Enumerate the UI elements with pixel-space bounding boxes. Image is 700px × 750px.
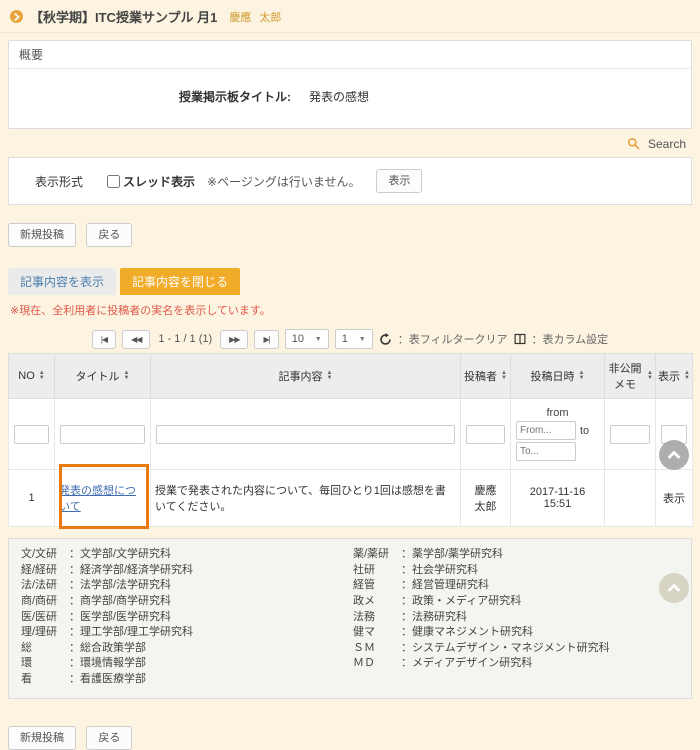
filter-content-input[interactable] <box>156 425 455 444</box>
table-row: 1 発表の感想について 授業で発表された内容について、毎回ひとり1回は感想を書い… <box>9 470 693 527</box>
board-title-label: 授業掲示板タイトル: <box>19 88 291 105</box>
new-post-button-bottom[interactable]: 新規投稿 <box>8 726 76 750</box>
prev-page-button[interactable]: ◀◀ <box>122 330 150 349</box>
legend-item: 経/経研：経済学部/経済学研究科 <box>21 563 353 579</box>
overview-header: 概要 <box>9 41 691 69</box>
legend-item: 文/文研：文学部/文学研究科 <box>21 547 353 563</box>
display-format-label: 表示形式 <box>19 173 107 190</box>
link-givenname[interactable]: 太郎 <box>259 12 281 24</box>
filter-to-input[interactable] <box>516 442 576 461</box>
row-memo <box>605 470 656 527</box>
last-page-button[interactable]: ▶| <box>254 330 278 349</box>
legend-item: 環：環境情報学部 <box>21 656 353 672</box>
sort-icon: ▲▼ <box>579 371 585 381</box>
legend-item: 社研：社会学研究科 <box>353 563 610 579</box>
sort-icon: ▲▼ <box>327 371 333 381</box>
filter-clear-label: ：表フィルタークリア <box>398 331 508 347</box>
table-filter-row: from to <box>9 399 693 470</box>
legend-item: 法務：法務研究科 <box>353 610 610 626</box>
col-header-content[interactable]: 記事内容▲▼ <box>151 354 461 399</box>
table-header-row: NO▲▼ タイトル▲▼ 記事内容▲▼ 投稿者▲▼ 投稿日時▲▼ 非公開メモ▲▼ … <box>9 354 693 399</box>
row-datetime: 2017-11-16 15:51 <box>511 470 605 527</box>
legend-item: ＳＭ：システムデザイン・マネジメント研究科 <box>353 641 610 657</box>
filter-from-input[interactable] <box>516 421 576 440</box>
page-number-select[interactable]: 1▼ <box>335 329 373 349</box>
col-header-view[interactable]: 表示▲▼ <box>656 354 693 399</box>
row-no: 1 <box>9 470 55 527</box>
scroll-top-button[interactable] <box>659 440 689 470</box>
col-header-memo[interactable]: 非公開メモ▲▼ <box>605 354 656 399</box>
back-button-bottom[interactable]: 戻る <box>86 726 132 750</box>
sort-icon: ▲▼ <box>39 371 45 381</box>
display-button[interactable]: 表示 <box>376 169 422 193</box>
chevron-up-icon <box>666 580 682 596</box>
row-author: 慶應 太郎 <box>461 470 511 527</box>
column-config-icon[interactable] <box>514 333 526 345</box>
display-format-panel: 表示形式 スレッド表示 ※ページングは行いません。 表示 <box>8 157 692 205</box>
link-surname[interactable]: 慶應 <box>229 12 251 24</box>
page-size-select[interactable]: 10▼ <box>285 329 329 349</box>
col-header-author[interactable]: 投稿者▲▼ <box>461 354 511 399</box>
scroll-top-button-bottom[interactable] <box>659 573 689 603</box>
page-title: 【秋学期】ITC授業サンプル 月1 <box>30 7 217 26</box>
sort-icon: ▲▼ <box>647 371 653 381</box>
pagination-bar: |◀ ◀◀ 1 - 1 / 1 (1) ▶▶ ▶| 10▼ 1▼ ：表フィルター… <box>0 329 700 349</box>
legend-item: 経管：経営管理研究科 <box>353 578 610 594</box>
new-post-button[interactable]: 新規投稿 <box>8 223 76 247</box>
search-icon <box>627 137 640 150</box>
row-content: 授業で発表された内容について、毎回ひとり1回は感想を書いてください。 <box>151 470 461 527</box>
sort-icon: ▲▼ <box>501 371 507 381</box>
tab-close-content[interactable]: 記事内容を閉じる <box>120 268 240 295</box>
col-header-datetime[interactable]: 投稿日時▲▼ <box>511 354 605 399</box>
legend-item: 薬/薬研：薬学部/薬学研究科 <box>353 547 610 563</box>
filter-to-label: to <box>580 425 589 437</box>
filter-no-input[interactable] <box>14 425 49 444</box>
overview-panel: 概要 授業掲示板タイトル: 発表の感想 <box>8 40 692 129</box>
search-link[interactable]: Search <box>627 137 686 151</box>
legend-item: 法/法研：法学部/法学研究科 <box>21 578 353 594</box>
department-legend: 文/文研：文学部/文学研究科経/経研：経済学部/経済学研究科法/法研：法学部/法… <box>8 538 692 698</box>
tab-show-content[interactable]: 記事内容を表示 <box>8 268 116 295</box>
bullet-icon <box>10 10 23 23</box>
legend-item: 総：総合政策学部 <box>21 641 353 657</box>
search-label: Search <box>648 137 686 151</box>
legend-item: 健マ：健康マネジメント研究科 <box>353 625 610 641</box>
legend-item: 政メ：政策・メディア研究科 <box>353 594 610 610</box>
filter-from-label: from <box>516 407 599 419</box>
sort-icon: ▲▼ <box>684 371 690 381</box>
posts-table: NO▲▼ タイトル▲▼ 記事内容▲▼ 投稿者▲▼ 投稿日時▲▼ 非公開メモ▲▼ … <box>8 353 693 527</box>
sort-icon: ▲▼ <box>124 371 130 381</box>
row-view-link[interactable]: 表示 <box>656 470 693 527</box>
page-range: 1 - 1 / 1 (1) <box>158 333 212 345</box>
back-button[interactable]: 戻る <box>86 223 132 247</box>
col-header-title[interactable]: タイトル▲▼ <box>55 354 151 399</box>
legend-item: 商/商研：商学部/商学研究科 <box>21 594 353 610</box>
title-links: 慶應太郎 <box>229 9 289 25</box>
post-title-link[interactable]: 発表の感想について <box>59 485 136 513</box>
next-page-button[interactable]: ▶▶ <box>220 330 248 349</box>
thread-view-checkbox[interactable] <box>107 175 120 188</box>
title-bar: 【秋学期】ITC授業サンプル 月1 慶應太郎 <box>0 0 700 33</box>
chevron-up-icon <box>666 447 682 463</box>
board-title-value: 発表の感想 <box>309 88 369 105</box>
first-page-button[interactable]: |◀ <box>92 330 116 349</box>
thread-view-label: スレッド表示 <box>123 173 195 190</box>
filter-author-input[interactable] <box>466 425 505 444</box>
filter-title-input[interactable] <box>60 425 145 444</box>
legend-item: 看：看護医療学部 <box>21 672 353 688</box>
filter-memo-input[interactable] <box>610 425 650 444</box>
legend-item: ＭＤ：メディアデザイン研究科 <box>353 656 610 672</box>
column-config-label: ：表カラム設定 <box>532 331 609 347</box>
col-header-no[interactable]: NO▲▼ <box>9 354 55 399</box>
realname-notice: ※現在、全利用者に投稿者の実名を表示しています。 <box>10 302 690 318</box>
chevron-down-icon: ▼ <box>315 336 322 343</box>
chevron-down-icon: ▼ <box>359 336 366 343</box>
legend-item: 医/医研：医学部/医学研究科 <box>21 610 353 626</box>
paging-note: ※ページングは行いません。 <box>207 173 360 190</box>
legend-item: 理/理研：理工学部/理工学研究科 <box>21 625 353 641</box>
filter-clear-icon[interactable] <box>379 333 392 346</box>
